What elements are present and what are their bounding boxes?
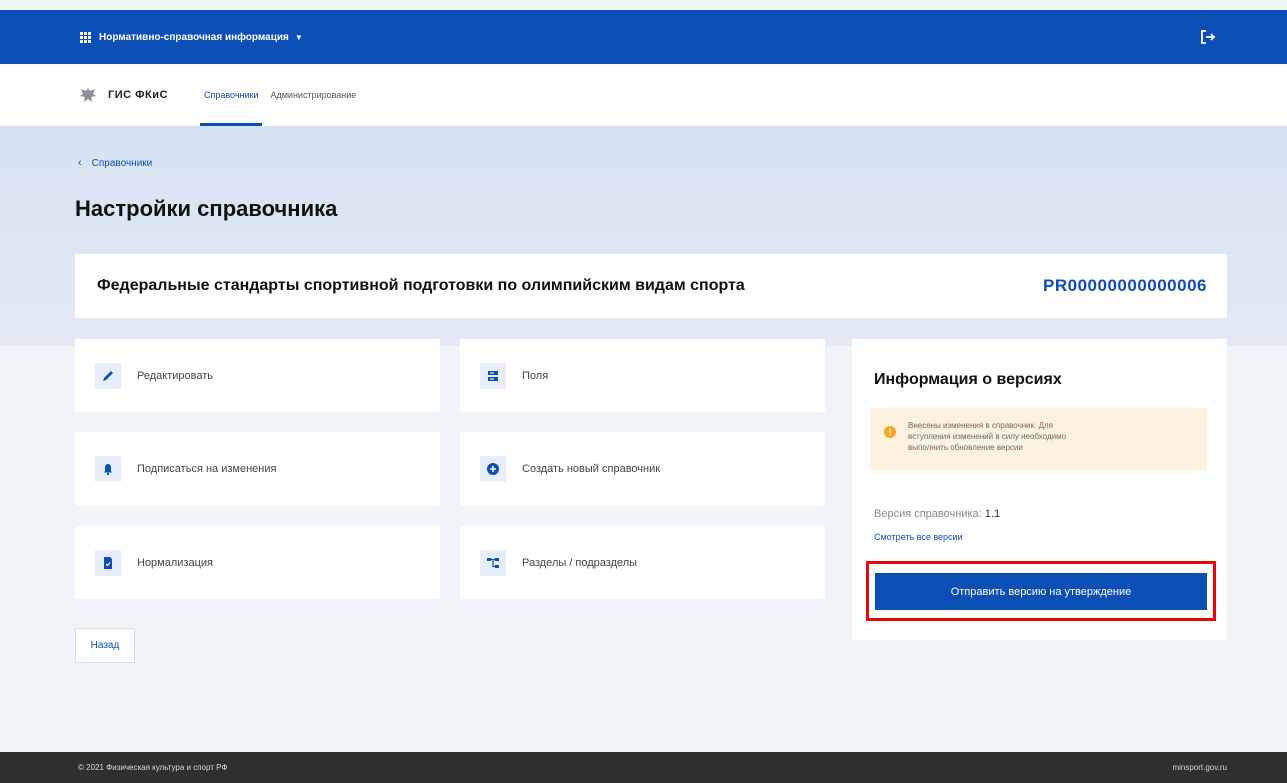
chevron-down-icon: ▼	[294, 32, 303, 42]
update-notice: ! Внесены изменения в справочник. Для вс…	[870, 408, 1207, 470]
logout-icon[interactable]	[1199, 28, 1217, 46]
app-switcher-label: Нормативно-справочная информация	[99, 31, 289, 43]
footer-site-link[interactable]: minsport.gov.ru	[1172, 763, 1227, 772]
top-bar: Нормативно-справочная информация ▼	[0, 10, 1287, 64]
logo-text: ГИС ФКиС	[108, 89, 168, 101]
all-versions-link[interactable]: Смотреть все версии	[874, 532, 963, 542]
dictionary-code: PR00000000000006	[1043, 276, 1207, 295]
app-switcher[interactable]: Нормативно-справочная информация ▼	[80, 31, 303, 43]
logo[interactable]: ГИС ФКиС	[78, 86, 168, 104]
edit-button[interactable]: Редактировать	[75, 339, 440, 412]
normalize-button[interactable]: Нормализация	[75, 526, 440, 599]
version-value: 1.1	[984, 508, 1001, 520]
subscribe-label: Подписаться на изменения	[137, 463, 277, 475]
versions-panel: Информация о версиях ! Внесены изменения…	[852, 339, 1227, 640]
fields-icon	[480, 362, 506, 389]
fields-button[interactable]: Поля	[460, 339, 825, 412]
plus-circle-icon	[480, 456, 506, 482]
main-nav: Справочники Администрирование	[198, 64, 362, 126]
dictionary-card: Федеральные стандарты спортивной подгото…	[75, 254, 1227, 318]
chevron-left-icon: ‹	[78, 157, 82, 169]
fields-label: Поля	[522, 369, 549, 382]
footer-copyright: © 2021 Физическая культура и спорт РФ	[78, 763, 228, 772]
version-info: Версия справочника: 1.1	[874, 508, 1000, 520]
sections-button[interactable]: Разделы / подразделы	[460, 526, 825, 599]
subscribe-button[interactable]: Подписаться на изменения	[75, 432, 440, 506]
bell-icon	[95, 456, 121, 482]
breadcrumb-label: Справочники	[91, 157, 153, 169]
hierarchy-icon	[480, 549, 506, 576]
pencil-icon	[95, 362, 121, 389]
sections-label: Разделы / подразделы	[522, 556, 638, 569]
nav-item-administration[interactable]: Администрирование	[264, 64, 362, 126]
breadcrumb[interactable]: ‹ Справочники	[78, 157, 152, 169]
highlight-frame: Отправить версию на утверждение	[866, 561, 1216, 621]
back-button[interactable]: Назад	[75, 628, 135, 663]
nav-item-directories[interactable]: Справочники	[198, 64, 265, 126]
header: ГИС ФКиС Справочники Администрирование	[0, 64, 1287, 126]
footer: © 2021 Физическая культура и спорт РФ mi…	[0, 752, 1287, 783]
emblem-icon	[80, 88, 96, 102]
grid-icon	[80, 31, 91, 43]
page-title: Настройки справочника	[75, 196, 338, 221]
versions-title: Информация о версиях	[874, 371, 1062, 388]
warning-icon: !	[884, 426, 896, 438]
normalize-label: Нормализация	[137, 556, 213, 569]
document-icon	[95, 549, 121, 576]
create-dictionary-label: Создать новый справочник	[522, 463, 661, 475]
version-label: Версия справочника:	[874, 508, 982, 520]
notice-text: Внесены изменения в справочник. Для всту…	[908, 421, 1067, 452]
edit-label: Редактировать	[137, 369, 213, 382]
send-for-approval-button[interactable]: Отправить версию на утверждение	[875, 573, 1207, 610]
dictionary-name: Федеральные стандарты спортивной подгото…	[97, 277, 745, 294]
create-dictionary-button[interactable]: Создать новый справочник	[460, 432, 825, 506]
